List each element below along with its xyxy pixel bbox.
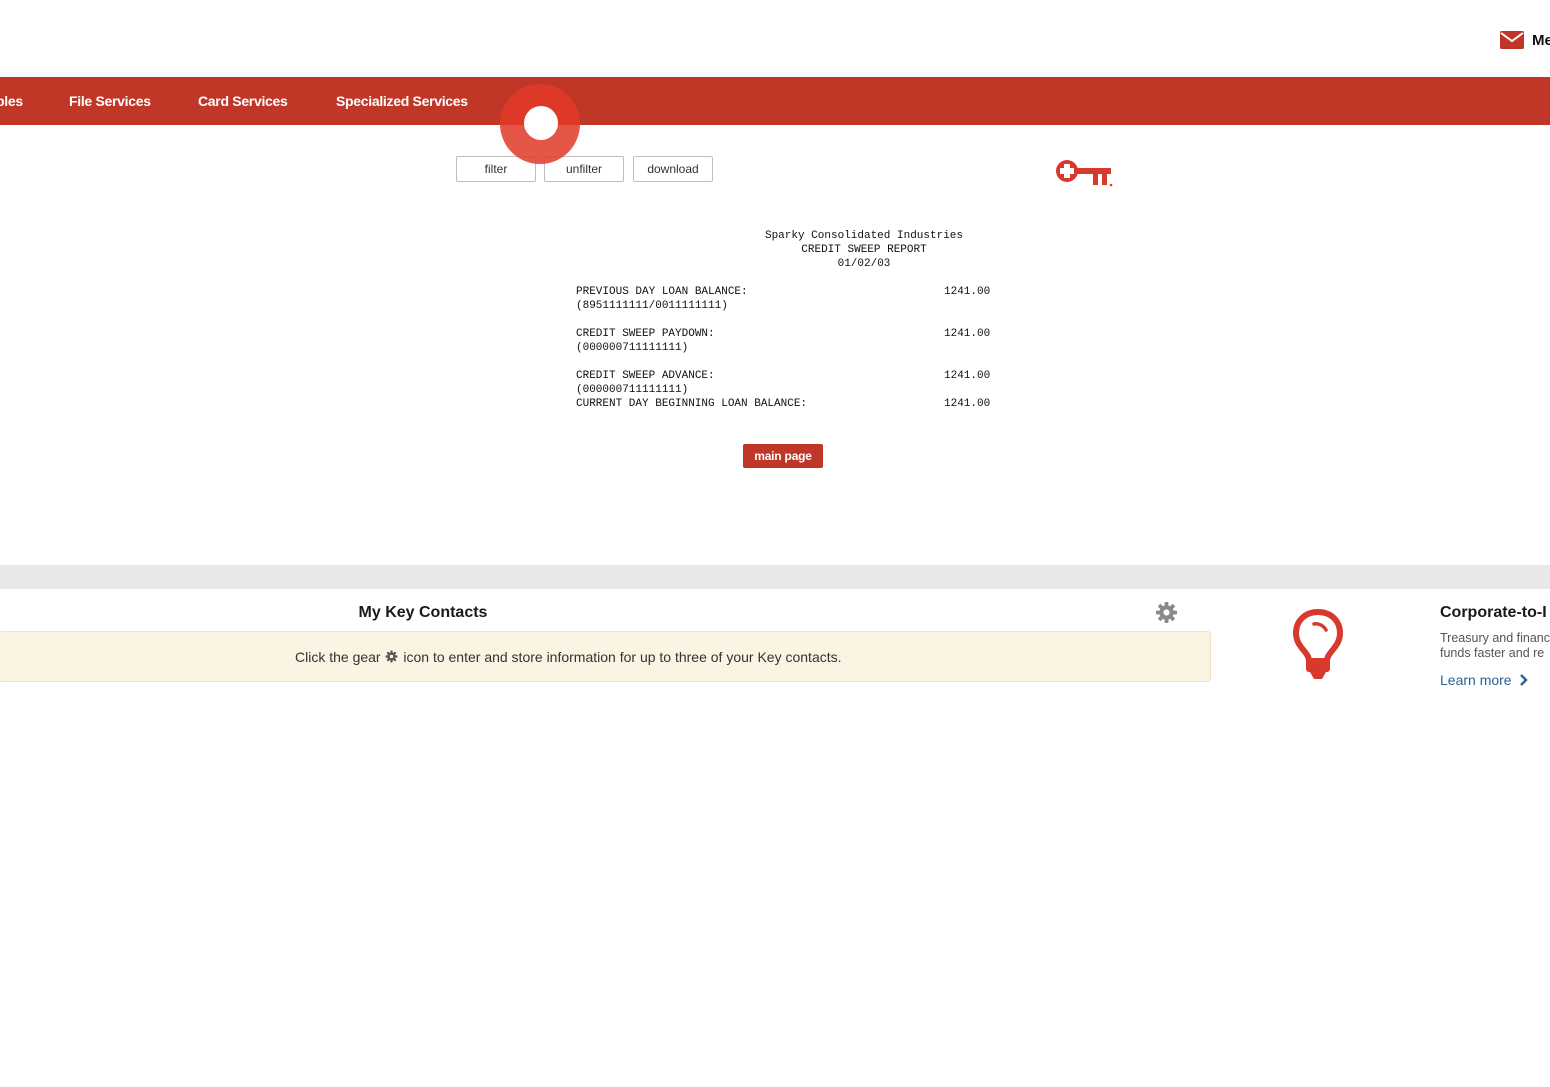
notice-text: Click the gear icon to enter and store i…	[295, 649, 842, 665]
report-row-label: CREDIT SWEEP ADVANCE:	[576, 370, 715, 382]
chevron-right-icon	[1520, 674, 1529, 686]
report-row-account: (8951111111/0011111111)	[576, 300, 728, 312]
report-company: Sparky Consolidated Industries	[764, 230, 964, 242]
main-nav: bles File Services Card Services Special…	[0, 77, 1550, 125]
mail-label: Me	[1532, 31, 1550, 49]
nav-item-file-services[interactable]: File Services	[69, 77, 151, 125]
contacts-empty-notice: Click the gear icon to enter and store i…	[0, 631, 1211, 682]
report-row-value: 1241.00	[944, 286, 991, 298]
report-header: Sparky Consolidated Industries CREDIT SWE…	[700, 229, 1028, 271]
report-row-label: CURRENT DAY BEGINNING LOAN BALANCE:	[576, 398, 808, 410]
report-date: 01/02/03	[837, 258, 891, 270]
report-row-account: (000000711111111)	[576, 384, 689, 396]
gear-icon	[386, 650, 398, 663]
notice-text-before: Click the gear	[295, 649, 381, 665]
report-row-label: PREVIOUS DAY LOAN BALANCE:	[576, 286, 748, 298]
report-row-label: CREDIT SWEEP PAYDOWN:	[576, 328, 715, 340]
learn-more-label: Learn more	[1440, 672, 1512, 688]
main-page-button[interactable]: main page	[743, 444, 823, 468]
report-row-value: 1241.00	[944, 328, 991, 340]
mail-link[interactable]: Me	[1500, 28, 1550, 52]
promo-title: Corporate-to-I	[1440, 604, 1547, 621]
mail-icon	[1500, 31, 1524, 49]
section-divider	[0, 565, 1550, 589]
key-logo-icon	[1056, 160, 1113, 187]
report-row-account: (000000711111111)	[576, 342, 689, 354]
nav-item-card-services[interactable]: Card Services	[198, 77, 288, 125]
notice-text-after: icon to enter and store information for …	[403, 649, 842, 665]
promo-text: Treasury and financ funds faster and re	[1440, 631, 1550, 660]
download-button[interactable]: download	[633, 156, 713, 182]
contacts-title: My Key Contacts	[358, 604, 488, 621]
lightbulb-icon	[1292, 608, 1344, 679]
report-row-value: 1241.00	[944, 398, 991, 410]
nav-item-tables[interactable]: bles	[0, 77, 23, 125]
report-title: CREDIT SWEEP REPORT	[801, 244, 927, 256]
learn-more-link[interactable]: Learn more	[1440, 672, 1529, 688]
report-row-value: 1241.00	[944, 370, 991, 382]
cursor-indicator	[500, 84, 580, 164]
gear-icon[interactable]	[1155, 601, 1178, 624]
nav-item-specialized-services[interactable]: Specialized Services	[336, 77, 468, 125]
